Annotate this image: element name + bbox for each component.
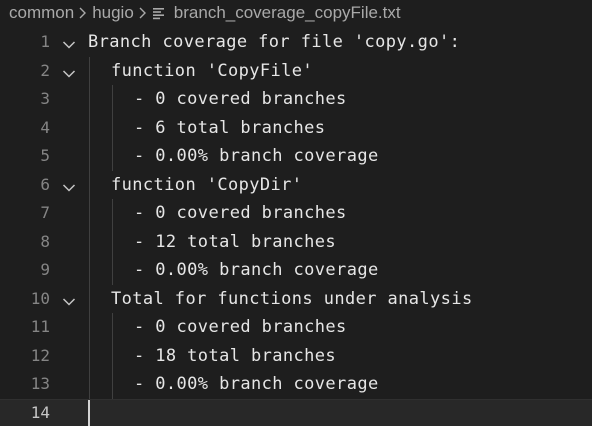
chevron-down-icon[interactable] [62, 66, 76, 78]
breadcrumb-item-hugio[interactable]: hugio [92, 3, 134, 23]
line-number: 4 [40, 117, 50, 137]
chevron-right-icon [74, 0, 92, 26]
code-text: - 12 total branches [134, 231, 337, 252]
editor-window: common hugio branch_coverage_copyFile.tx… [0, 0, 592, 426]
line-number: 2 [40, 60, 50, 80]
chevron-down-icon[interactable] [62, 294, 76, 306]
breadcrumb: common hugio branch_coverage_copyFile.tx… [0, 0, 592, 26]
line-number: 9 [40, 260, 50, 279]
code-text: - 6 total branches [134, 117, 326, 138]
line-number: 7 [40, 203, 50, 222]
code-text: - 0 covered branches [134, 89, 347, 109]
text-cursor [88, 399, 90, 426]
code-text: Total for functions under analysis [111, 288, 473, 309]
code-text: Branch coverage for file 'copy.go': [88, 32, 461, 52]
line-number: 5 [40, 146, 50, 165]
code-editor[interactable]: 1 Branch coverage for file 'copy.go': 2 fun… [0, 28, 592, 426]
text-file-icon [152, 0, 166, 26]
code-text: - 0.00% branch coverage [134, 260, 379, 280]
line-number: 3 [40, 89, 50, 108]
code-text: - 0.00% branch coverage [134, 146, 379, 166]
line-number: 1 [40, 32, 50, 51]
code-text: - 0.00% branch coverage [134, 374, 379, 394]
code-text: - 0 covered branches [134, 203, 347, 223]
code-text: - 18 total branches [134, 345, 337, 366]
indent-guide [112, 313, 113, 399]
line-number: 10 [30, 288, 50, 308]
indent-guide [112, 85, 113, 171]
code-text: function 'CopyFile' [111, 60, 314, 81]
chevron-right-icon [134, 0, 152, 26]
code-line[interactable]: 1 Branch coverage for file 'copy.go': [0, 28, 592, 57]
line-number: 8 [40, 231, 50, 251]
line-number: 11 [30, 317, 50, 336]
chevron-down-icon[interactable] [62, 180, 76, 192]
breadcrumb-item-file[interactable]: branch_coverage_copyFile.txt [174, 3, 401, 23]
indent-guide [112, 199, 113, 285]
line-number: 12 [30, 345, 50, 365]
breadcrumb-item-common[interactable]: common [9, 3, 74, 23]
line-number: 13 [30, 374, 50, 393]
line-number: 6 [40, 174, 50, 194]
indent-guide [89, 56, 90, 399]
chevron-down-icon[interactable] [62, 37, 76, 49]
code-text: - 0 covered branches [134, 317, 347, 337]
line-number: 14 [30, 402, 50, 422]
code-text: function 'CopyDir' [111, 174, 303, 195]
